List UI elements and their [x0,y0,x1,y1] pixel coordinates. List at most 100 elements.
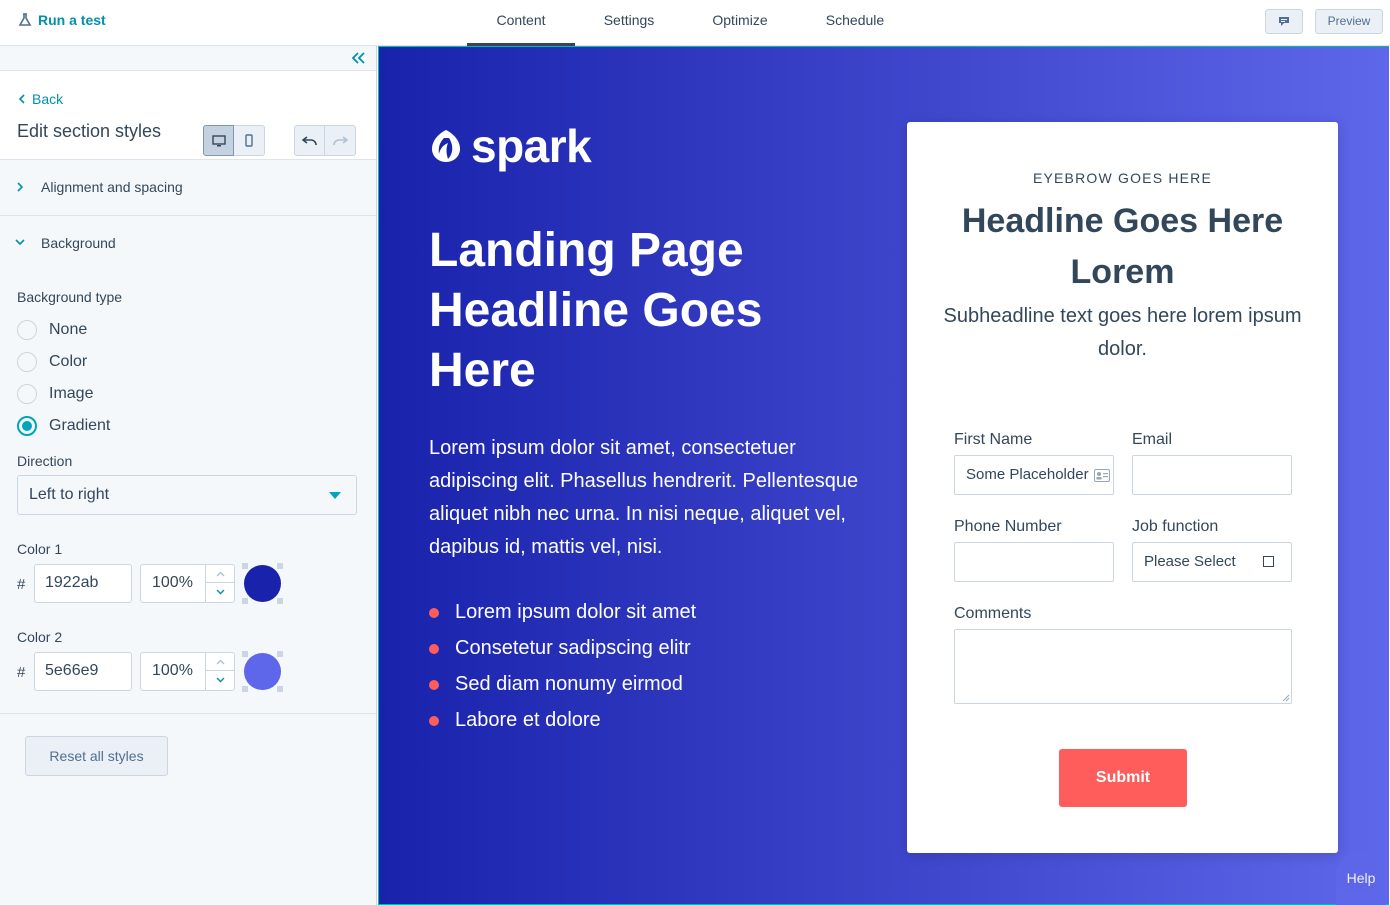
reset-all-styles-button[interactable]: Reset all styles [25,736,168,776]
swatch-corner [277,598,283,604]
chevron-up-icon [216,659,224,664]
alignment-section[interactable]: Alignment and spacing [0,160,376,216]
double-chevron-left-icon[interactable] [350,51,366,65]
page-canvas[interactable]: spark Landing Page Headline Goes Here Lo… [378,46,1389,905]
help-button[interactable]: Help [1336,851,1386,905]
background-type-label: Background type [17,289,123,305]
radio-circle [17,352,37,372]
tab-schedule[interactable]: Schedule [797,0,913,46]
background-section: Background Background type None Color Im… [0,216,376,714]
stepper-up[interactable] [206,653,234,671]
form-card[interactable]: EYEBROW GOES HERE Headline Goes Here Lor… [907,122,1338,853]
stepper-down[interactable] [206,671,234,689]
color2-hex-input[interactable]: 5e66e9 [34,652,132,691]
mobile-icon [245,134,253,147]
color1-swatch[interactable] [242,563,283,604]
bullet-list[interactable]: Lorem ipsum dolor sit amet Consetetur sa… [429,598,696,742]
back-label: Back [32,91,64,107]
radio-image[interactable]: Image [17,384,93,404]
chevron-down-icon [216,677,224,683]
redo-button[interactable] [325,125,356,156]
radio-circle [17,320,37,340]
color1-hex-input[interactable]: 1922ab [34,564,132,603]
color2-swatch[interactable] [242,651,283,692]
direction-value: Left to right [29,486,110,503]
form-headline: Headline Goes Here Lorem [961,202,1284,291]
undo-redo-group [294,125,356,156]
style-sidebar: Back Edit section styles Alignment and s… [0,46,377,905]
form-subheadline: Subheadline text goes here lorem ipsum d… [943,305,1302,360]
undo-button[interactable] [294,125,325,156]
desktop-view-button[interactable] [203,125,234,156]
radio-label: None [49,321,88,338]
redo-icon [333,135,348,145]
collapse-row [0,46,376,71]
alignment-section-label: Alignment and spacing [41,179,183,195]
radio-circle-checked [17,416,37,436]
contact-card-icon [1094,469,1110,482]
direction-select[interactable]: Left to right [17,475,357,515]
phone-label: Phone Number [954,518,1062,535]
color1-label: Color 1 [17,541,63,557]
spark-logo: spark [429,119,592,173]
hero-body[interactable]: Lorem ipsum dolor sit amet, consectetuer… [429,432,869,564]
color1-opacity-value: 100% [152,574,193,591]
sidebar-title: Edit section styles [17,121,162,141]
top-bar: Run a test Content Settings Optimize Sch… [0,0,1390,46]
hash-symbol: # [17,664,26,681]
mobile-view-button[interactable] [234,125,265,156]
color2-label: Color 2 [17,629,63,645]
flame-logo-icon [432,130,460,162]
device-toggle [203,125,265,156]
swatch-corner [242,563,248,569]
background-section-label: Background [41,235,116,251]
form-eyebrow: EYEBROW GOES HERE [1032,170,1213,186]
job-function-label: Job function [1132,518,1219,535]
hash-symbol: # [17,576,26,593]
phone-input[interactable] [954,542,1114,582]
bullet-item: Lorem ipsum dolor sit amet [429,598,696,634]
comments-textarea[interactable] [954,629,1292,704]
tab-settings[interactable]: Settings [575,0,683,46]
job-function-select[interactable]: Please Select [1132,542,1292,582]
radio-label: Image [49,385,94,402]
color2-opacity-input[interactable]: 100% [140,652,235,691]
email-input[interactable] [1132,455,1292,495]
color2-circle [244,653,281,690]
stepper-down[interactable] [206,583,234,601]
radio-color[interactable]: Color [17,352,87,372]
bullet-item: Consetetur sadipscing elitr [429,634,696,670]
background-section-header[interactable]: Background [0,216,376,272]
submit-button[interactable]: Submit [1059,749,1187,807]
chevron-up-icon [216,571,224,576]
chevron-down-icon [15,239,25,246]
comment-button[interactable] [1265,9,1303,34]
desktop-icon [211,134,226,146]
radio-gradient[interactable]: Gradient [17,416,110,436]
back-link[interactable]: Back [18,91,63,107]
swatch-corner [277,651,283,657]
sidebar-header: Back Edit section styles [0,71,376,160]
flask-icon [18,13,32,26]
radio-label: Color [49,353,88,370]
comment-icon [1279,17,1289,26]
caret-down-icon [329,492,341,499]
radio-none[interactable]: None [17,320,87,340]
first-name-input[interactable]: Some Placeholder [954,455,1114,495]
first-name-value: Some Placeholder [966,466,1089,483]
preview-button[interactable]: Preview [1315,9,1383,34]
opacity-stepper [205,653,234,690]
tab-content[interactable]: Content [467,0,575,46]
bullet-item: Sed diam nonumy eirmod [429,670,696,706]
bullet-item: Labore et dolore [429,706,696,742]
opacity-stepper [205,565,234,602]
chevron-left-icon [18,94,25,104]
editor-tabs: Content Settings Optimize Schedule [467,0,913,46]
email-label: Email [1132,431,1173,448]
hero-headline[interactable]: Landing Page Headline Goes Here [429,221,849,401]
resize-handle-icon[interactable] [1282,694,1290,702]
run-test-link[interactable]: Run a test [18,12,106,28]
stepper-up[interactable] [206,565,234,583]
color1-opacity-input[interactable]: 100% [140,564,235,603]
tab-optimize[interactable]: Optimize [683,0,797,46]
